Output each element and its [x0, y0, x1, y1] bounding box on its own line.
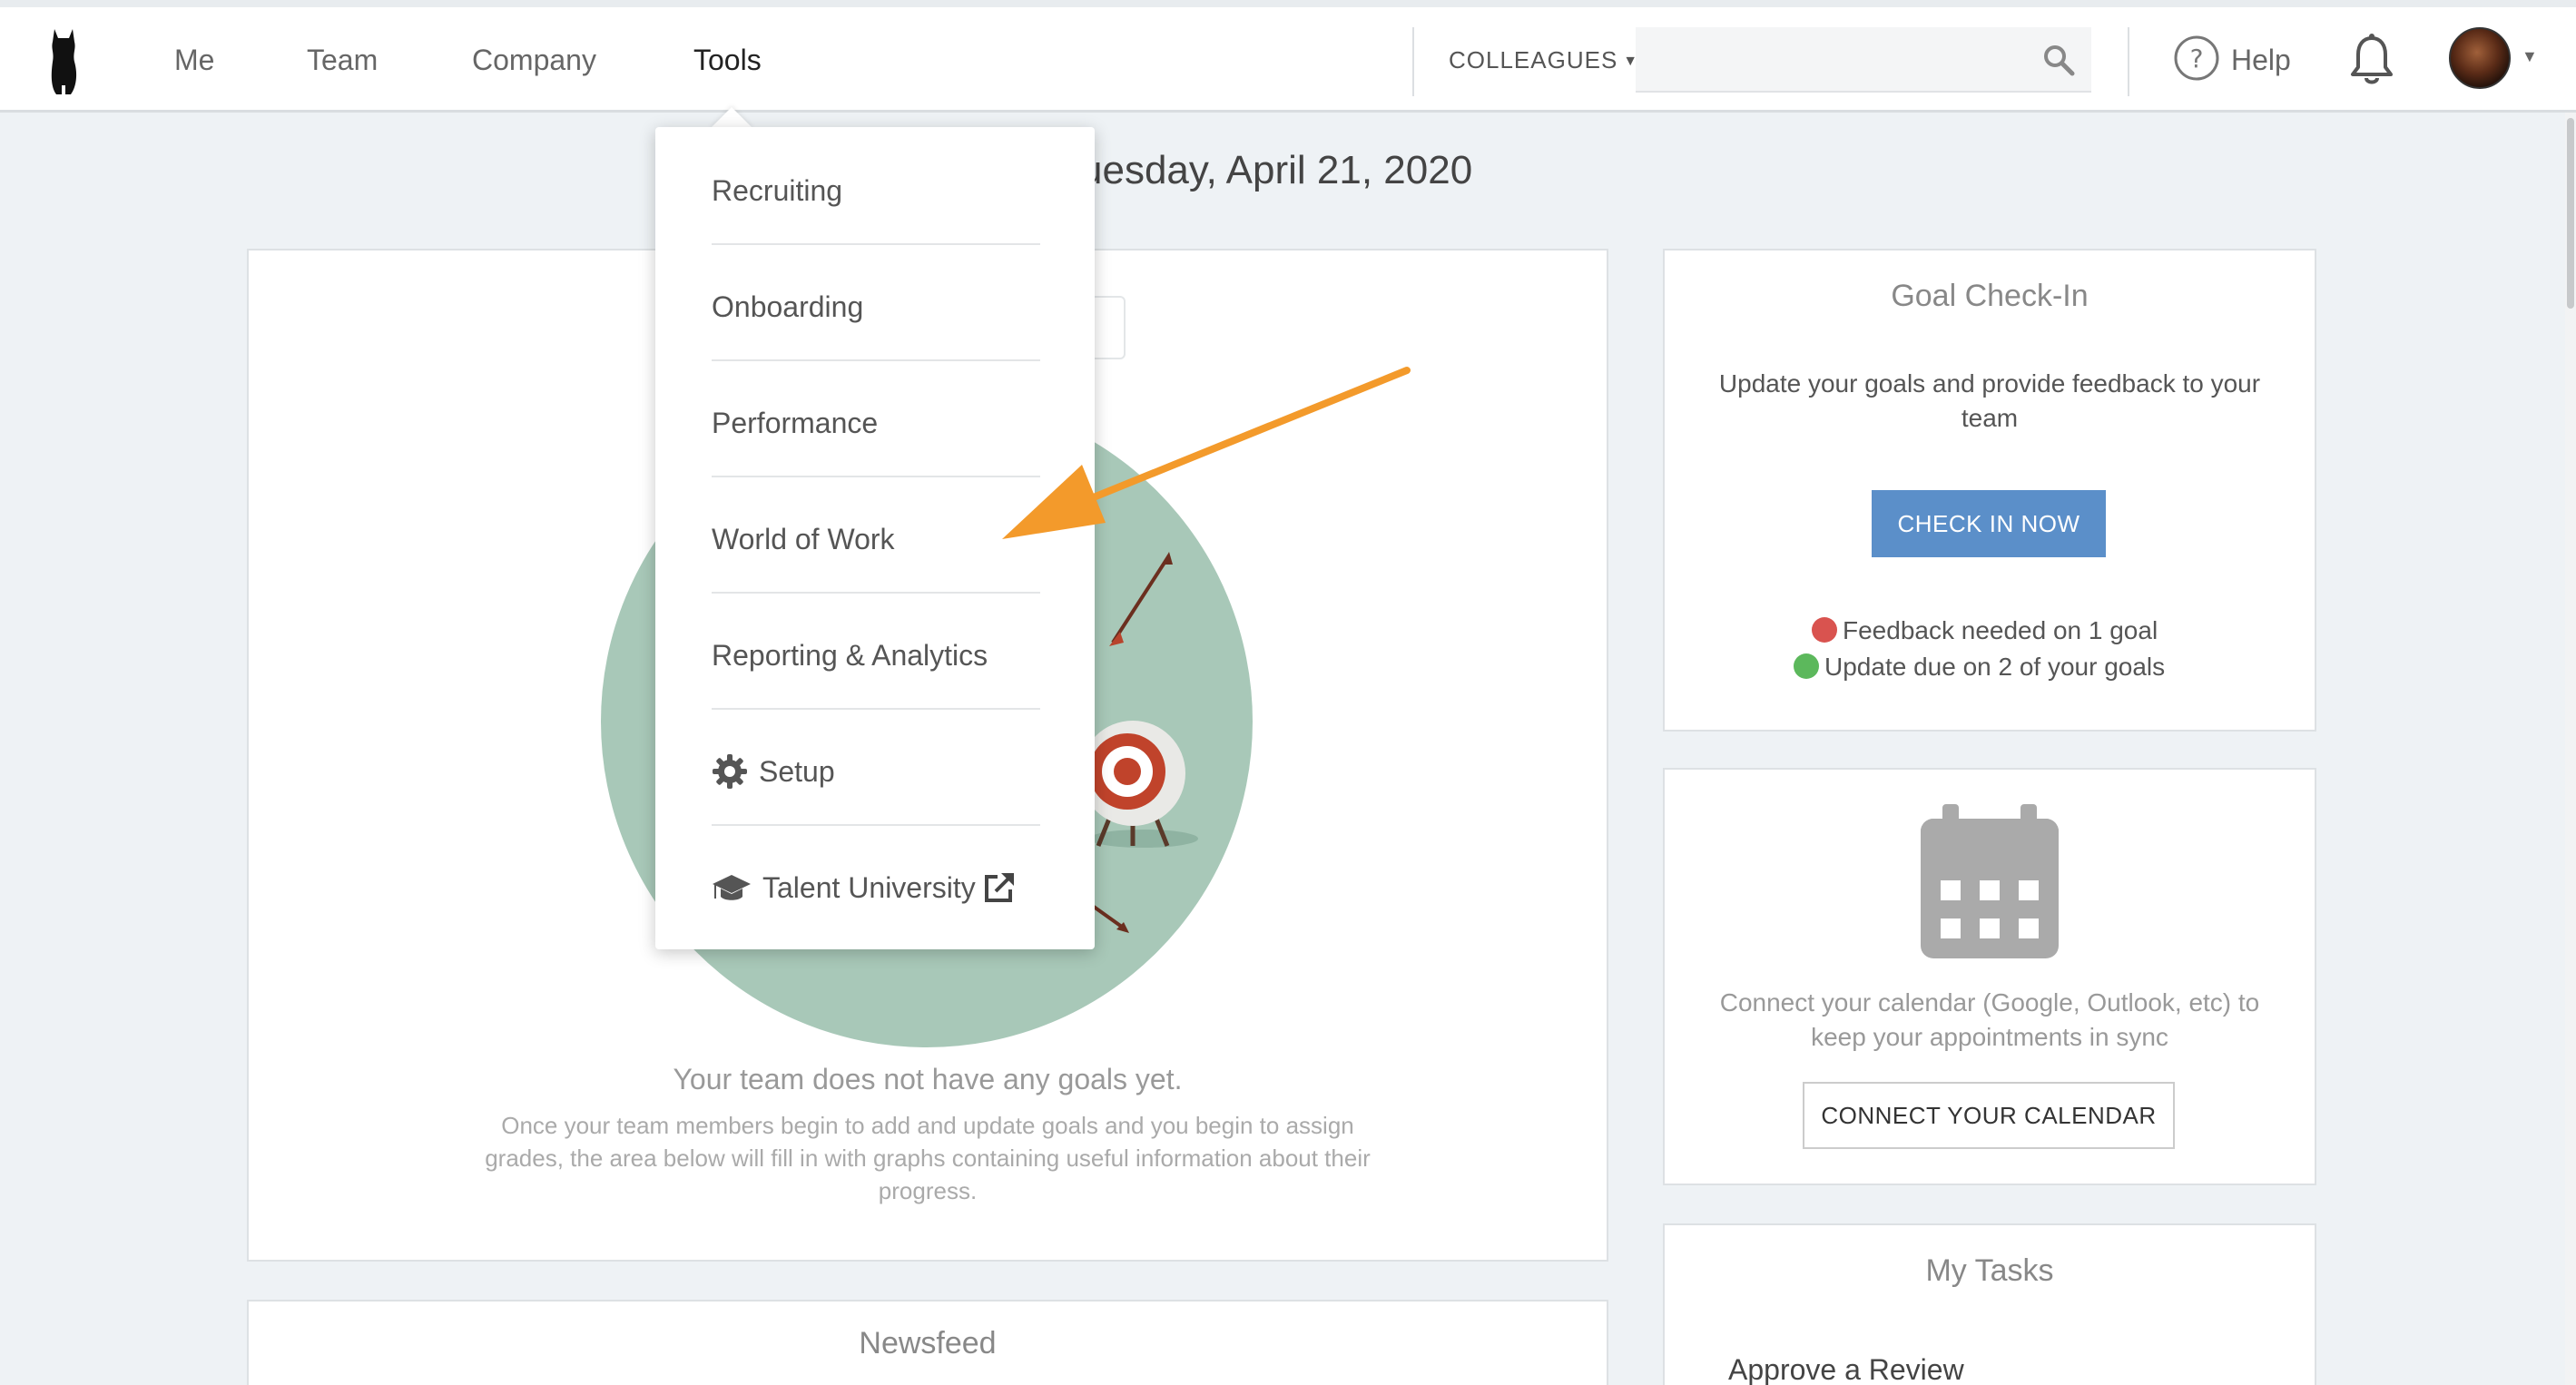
goal-checkin-description: Update your goals and provide feedback t… — [1718, 369, 2261, 432]
annotation-arrow — [1002, 367, 1411, 539]
menu-divider — [712, 476, 1040, 477]
update-status[interactable]: Update due on 2 of your goals — [1794, 650, 2165, 684]
red-status-dot-icon — [1812, 617, 1837, 643]
feedback-status-text: Feedback needed on 1 goal — [1843, 616, 2158, 644]
menu-divider — [712, 824, 1040, 826]
green-status-dot-icon — [1794, 653, 1819, 679]
search-icon[interactable] — [2042, 44, 2075, 76]
menu-item-label: Recruiting — [712, 174, 843, 207]
newsfeed-panel: Newsfeed — [247, 1300, 1608, 1385]
menu-item-label: Onboarding — [712, 290, 864, 323]
cat-logo-icon[interactable] — [45, 25, 82, 98]
menu-item-talent-university[interactable]: Talent University — [712, 830, 1040, 946]
menu-item-performance[interactable]: Performance — [712, 365, 1040, 481]
connect-calendar-button[interactable]: CONNECT YOUR CALENDAR — [1803, 1082, 2175, 1149]
dropdown-caret — [710, 107, 753, 129]
nav-me[interactable]: Me — [174, 42, 214, 78]
empty-state-title: Your team does not have any goals yet. — [673, 1063, 1183, 1095]
colleagues-dropdown[interactable]: COLLEAGUES ▼ — [1449, 44, 1638, 78]
search-input[interactable] — [1636, 27, 2091, 93]
help-link[interactable]: Help — [2231, 42, 2291, 78]
check-in-now-button[interactable]: CHECK IN NOW — [1872, 490, 2106, 557]
graduation-cap-icon — [713, 875, 751, 900]
menu-item-onboarding[interactable]: Onboarding — [712, 249, 1040, 365]
calendar-icon — [1921, 804, 2059, 958]
panel-control[interactable] — [1089, 296, 1126, 359]
arrow-illustration-icon — [1109, 552, 1173, 646]
menu-item-label: Setup — [759, 755, 835, 788]
menu-item-world-of-work[interactable]: World of Work — [712, 481, 1040, 597]
svg-text:?: ? — [2190, 44, 2204, 74]
target-illustration-icon — [1080, 721, 1198, 848]
avatar-caret-icon[interactable]: ▼ — [2522, 47, 2538, 66]
newsfeed-title: Newsfeed — [859, 1326, 997, 1360]
menu-divider — [712, 359, 1040, 361]
my-tasks-title: My Tasks — [1925, 1253, 2054, 1288]
menu-divider — [712, 592, 1040, 594]
gear-icon — [713, 754, 747, 789]
menu-item-label: Talent University — [762, 871, 976, 904]
menu-divider — [712, 243, 1040, 245]
colleagues-label: COLLEAGUES — [1449, 46, 1618, 74]
goal-checkin-title: Goal Check-In — [1891, 279, 2089, 313]
menu-item-setup[interactable]: Setup — [712, 713, 1040, 830]
feedback-status[interactable]: Feedback needed on 1 goal — [1812, 614, 2158, 648]
help-circle-icon[interactable]: ? — [2173, 34, 2220, 82]
update-status-text: Update due on 2 of your goals — [1824, 653, 2166, 681]
scrollbar-thumb[interactable] — [2567, 118, 2574, 309]
empty-state-description: Once your team members begin to add and … — [485, 1112, 1371, 1204]
browser-edge — [0, 0, 2576, 7]
user-avatar[interactable] — [2449, 27, 2511, 89]
bell-icon[interactable] — [2347, 33, 2396, 87]
nav-tools[interactable]: Tools — [693, 42, 762, 78]
page-date-heading: uesday, April 21, 2020 — [1080, 148, 1473, 192]
nav-divider — [2128, 27, 2129, 96]
menu-item-reporting-analytics[interactable]: Reporting & Analytics — [712, 597, 1040, 713]
nav-divider — [1412, 27, 1414, 96]
calendar-description: Connect your calendar (Google, Outlook, … — [1719, 988, 2260, 1051]
menu-item-recruiting[interactable]: Recruiting — [712, 133, 1040, 249]
menu-item-label: Reporting & Analytics — [712, 639, 988, 672]
external-link-icon — [984, 873, 1014, 902]
menu-divider — [712, 708, 1040, 710]
menu-item-label: Performance — [712, 407, 879, 439]
task-item[interactable]: Approve a Review — [1728, 1351, 1964, 1385]
menu-item-label: World of Work — [712, 523, 895, 555]
nav-company[interactable]: Company — [472, 42, 596, 78]
nav-team[interactable]: Team — [307, 42, 378, 78]
